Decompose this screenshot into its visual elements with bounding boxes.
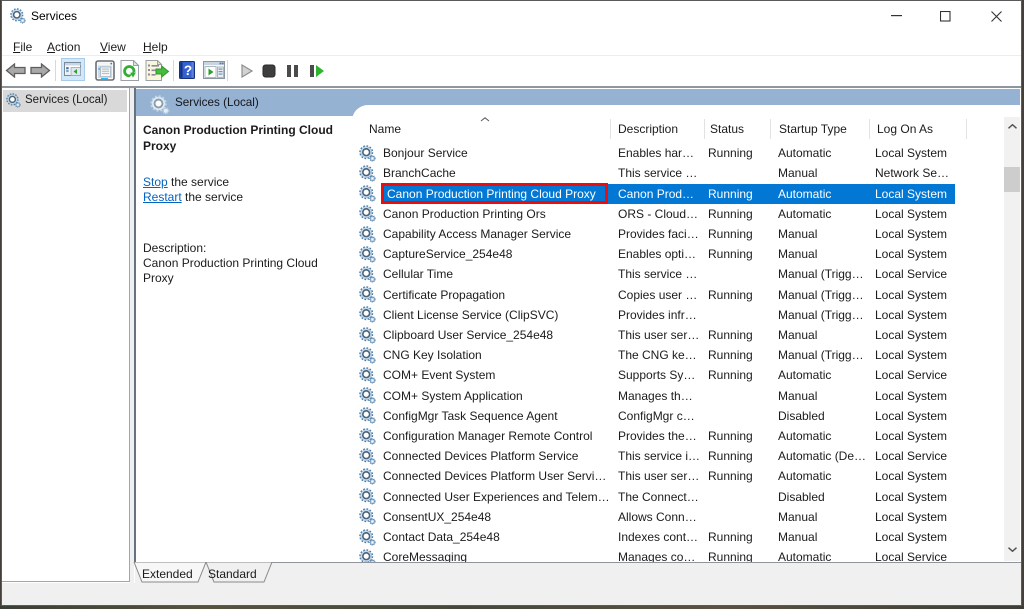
svg-text:?: ? [184, 63, 192, 78]
